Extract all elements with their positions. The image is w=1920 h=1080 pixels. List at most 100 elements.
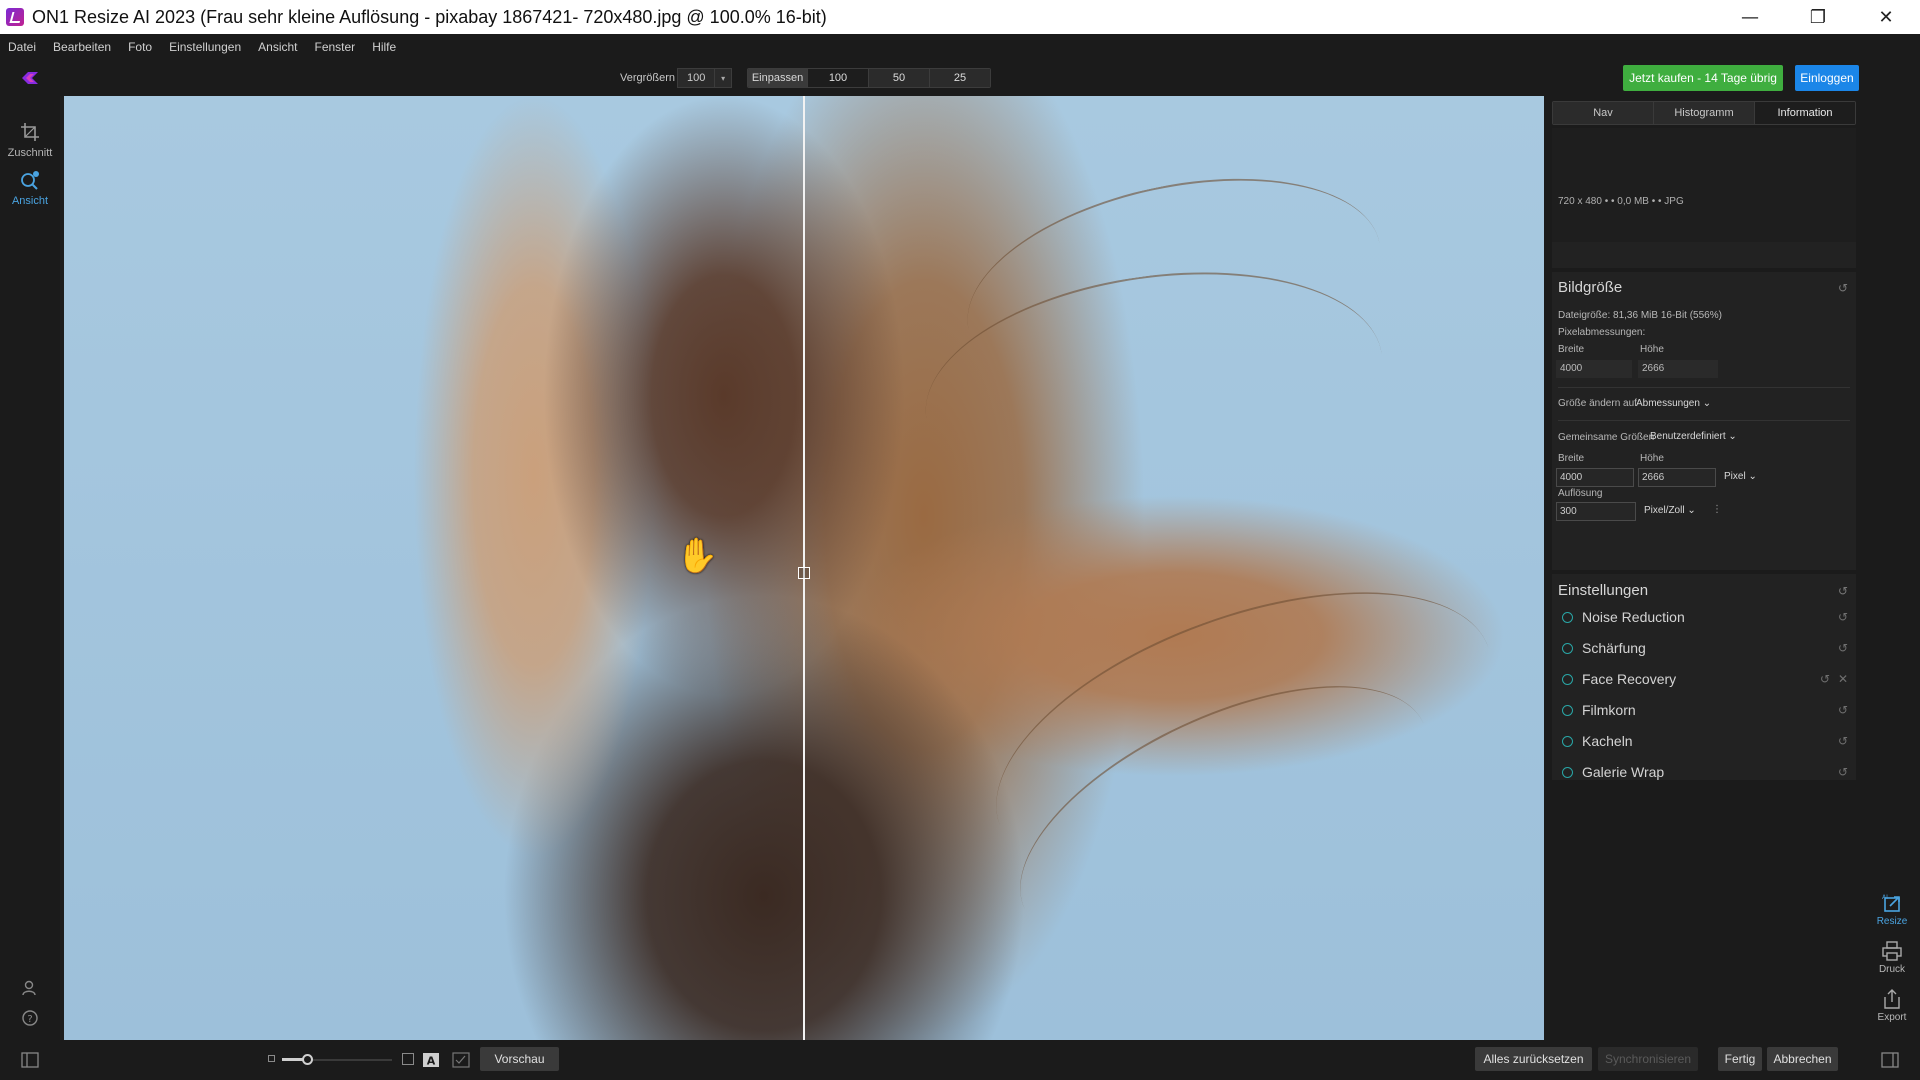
more-options-icon[interactable]: ⋮ <box>1712 504 1722 515</box>
resize-ai-icon: AI <box>1882 894 1900 912</box>
resize-to-dropdown[interactable]: Abmessungen ⌄ <box>1636 398 1711 409</box>
setting-tiling[interactable]: Kacheln ↺ <box>1552 729 1856 753</box>
common-sizes-dropdown[interactable]: Benutzerdefiniert ⌄ <box>1650 431 1737 442</box>
setting-label: Filmkorn <box>1582 702 1636 718</box>
resolution-input[interactable]: 300 <box>1556 502 1636 521</box>
setting-face-recovery[interactable]: Face Recovery ↺ ✕ <box>1552 667 1856 691</box>
width-input[interactable]: 4000 <box>1556 468 1634 487</box>
buy-now-button[interactable]: Jetzt kaufen - 14 Tage übrig <box>1623 65 1783 91</box>
help-icon[interactable]: ? <box>20 1008 40 1028</box>
small-thumb-icon[interactable] <box>268 1055 275 1062</box>
setting-film-grain[interactable]: Filmkorn ↺ <box>1552 698 1856 722</box>
module-print[interactable]: Druck <box>1864 940 1920 975</box>
compare-split-handle[interactable] <box>798 567 810 579</box>
compare-view-icon[interactable] <box>452 1052 470 1068</box>
tool-crop-label: Zuschnitt <box>7 147 53 159</box>
panel-tabs: Nav Histogramm Information <box>1552 101 1856 125</box>
settings-section: Einstellungen ↺ Noise Reduction ↺ Schärf… <box>1552 574 1856 780</box>
pixel-dims-label: Pixelabmessungen: <box>1558 327 1646 338</box>
cancel-button[interactable]: Abbrechen <box>1767 1047 1838 1071</box>
divider <box>1558 387 1850 388</box>
unit-value: Pixel <box>1724 471 1746 482</box>
zoom-select[interactable]: 100 ▾ <box>677 68 732 88</box>
resolution-label: Auflösung <box>1558 488 1603 499</box>
setting-gallery-wrap[interactable]: Galerie Wrap ↺ <box>1552 760 1856 784</box>
toggle-circle-icon[interactable] <box>1562 736 1573 747</box>
login-button[interactable]: Einloggen <box>1795 65 1859 91</box>
zoom-25-button[interactable]: 25 <box>929 69 990 87</box>
minimize-button[interactable]: — <box>1716 0 1784 34</box>
reset-icon[interactable]: ↺ <box>1820 672 1830 686</box>
zoom-50-button[interactable]: 50 <box>868 69 929 87</box>
tool-view[interactable]: Ansicht <box>0 168 60 207</box>
close-icon[interactable]: ✕ <box>1838 672 1848 686</box>
reset-icon[interactable]: ↺ <box>1838 584 1848 598</box>
module-resize[interactable]: AI Resize <box>1864 892 1920 927</box>
reset-icon[interactable]: ↺ <box>1838 610 1848 624</box>
reset-all-button[interactable]: Alles zurücksetzen <box>1475 1047 1592 1071</box>
reset-icon[interactable]: ↺ <box>1838 281 1848 295</box>
panel-toggle-icon[interactable] <box>20 1051 40 1069</box>
toggle-circle-icon[interactable] <box>1562 612 1573 623</box>
file-size-text: Dateigröße: 81,36 MiB 16-Bit (556%) <box>1558 310 1722 321</box>
height-label: Höhe <box>1640 344 1664 355</box>
view-zoom-icon <box>21 171 39 190</box>
sync-button[interactable]: Synchronisieren <box>1598 1047 1698 1071</box>
menu-bearbeiten[interactable]: Bearbeiten <box>53 40 111 54</box>
resize-to-value: Abmessungen <box>1636 398 1700 409</box>
menu-foto[interactable]: Foto <box>128 40 152 54</box>
reset-icon[interactable]: ↺ <box>1838 641 1848 655</box>
chevron-down-icon: ▾ <box>721 73 726 83</box>
unit-dropdown[interactable]: Pixel ⌄ <box>1724 471 1757 482</box>
toggle-circle-icon[interactable] <box>1562 674 1573 685</box>
close-button[interactable]: ✕ <box>1852 0 1920 34</box>
module-export-label: Export <box>1877 1012 1907 1023</box>
menu-hilfe[interactable]: Hilfe <box>372 40 396 54</box>
zoom-100-button[interactable]: 100 <box>807 69 868 87</box>
tab-histogram[interactable]: Histogramm <box>1654 102 1755 124</box>
user-icon[interactable] <box>20 978 40 998</box>
tab-nav[interactable]: Nav <box>1553 102 1654 124</box>
top-toolbar: Vergrößern 100 ▾ Einpassen 100 50 25 Jet… <box>0 60 1920 96</box>
tool-crop[interactable]: Zuschnitt <box>0 120 60 159</box>
height-label: Höhe <box>1640 453 1664 464</box>
slider-handle[interactable] <box>302 1054 313 1065</box>
menu-ansicht[interactable]: Ansicht <box>258 40 297 54</box>
menu-fenster[interactable]: Fenster <box>315 40 356 54</box>
module-print-label: Druck <box>1878 964 1906 975</box>
tool-view-label: Ansicht <box>11 195 49 207</box>
left-tool-strip: Zuschnitt Ansicht ? <box>0 96 60 1040</box>
zoom-label: Vergrößern <box>620 72 676 84</box>
reset-icon[interactable]: ↺ <box>1838 703 1848 717</box>
menu-einstellungen[interactable]: Einstellungen <box>169 40 241 54</box>
menu-datei[interactable]: Datei <box>8 40 36 54</box>
setting-noise-reduction[interactable]: Noise Reduction ↺ <box>1552 605 1856 629</box>
image-canvas[interactable]: ✋ <box>64 96 1544 1040</box>
title-bar: ON1 Resize AI 2023 (Frau sehr kleine Auf… <box>0 0 1920 34</box>
toggle-circle-icon[interactable] <box>1562 643 1573 654</box>
reset-icon[interactable]: ↺ <box>1838 765 1848 779</box>
zoom-value: 100 <box>678 69 716 87</box>
right-panel-toggle-icon[interactable] <box>1880 1051 1900 1069</box>
info-separator <box>1552 242 1856 268</box>
large-thumb-icon[interactable] <box>402 1053 414 1065</box>
toggle-circle-icon[interactable] <box>1562 767 1573 778</box>
settings-title: Einstellungen <box>1558 582 1649 599</box>
on1-logo-icon[interactable] <box>20 69 40 87</box>
toggle-circle-icon[interactable] <box>1562 705 1573 716</box>
text-overlay-icon[interactable]: A <box>422 1052 440 1068</box>
setting-label: Kacheln <box>1582 733 1633 749</box>
fit-button[interactable]: Einpassen <box>748 69 807 87</box>
common-sizes-value: Benutzerdefiniert <box>1650 431 1726 442</box>
module-export[interactable]: Export <box>1864 988 1920 1023</box>
chevron-down-icon: ⌄ <box>1702 398 1712 409</box>
resolution-unit-dropdown[interactable]: Pixel/Zoll ⌄ <box>1644 505 1696 516</box>
image-size-section: Bildgröße ↺ Dateigröße: 81,36 MiB 16-Bit… <box>1552 272 1856 570</box>
setting-sharpening[interactable]: Schärfung ↺ <box>1552 636 1856 660</box>
height-input[interactable]: 2666 <box>1638 468 1716 487</box>
preview-button[interactable]: Vorschau <box>480 1047 559 1071</box>
tab-information[interactable]: Information <box>1755 102 1855 124</box>
restore-button[interactable]: ❐ <box>1784 0 1852 34</box>
done-button[interactable]: Fertig <box>1718 1047 1762 1071</box>
reset-icon[interactable]: ↺ <box>1838 734 1848 748</box>
